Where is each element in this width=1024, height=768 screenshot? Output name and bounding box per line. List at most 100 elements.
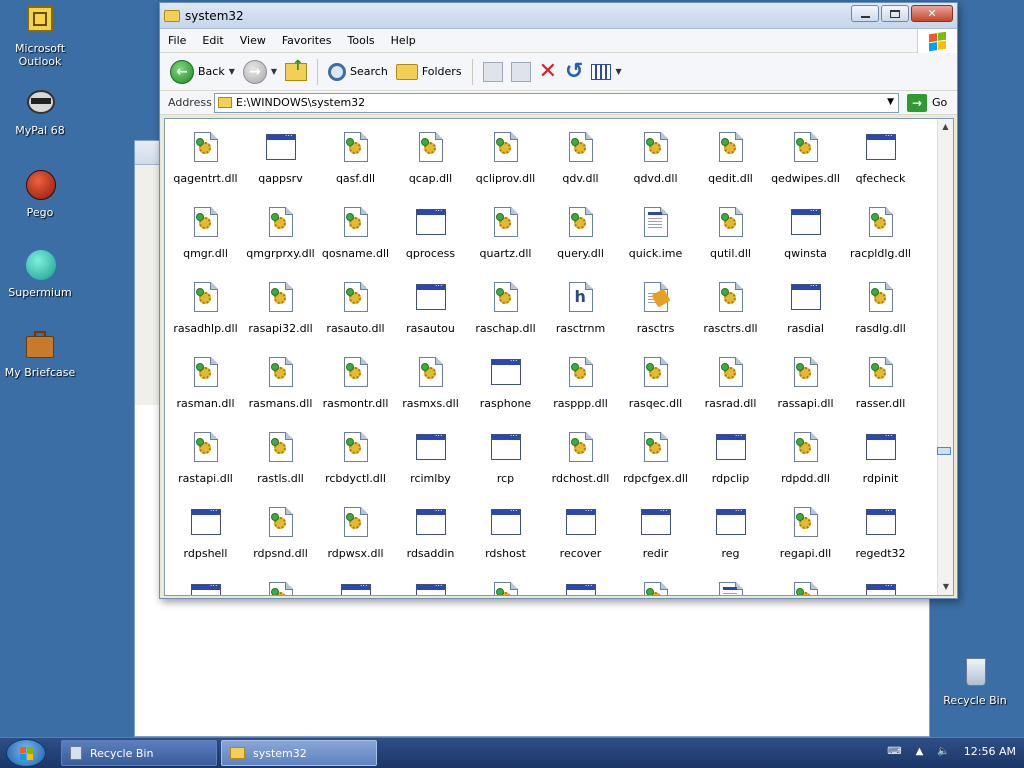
file-item[interactable]: rasctrs.dll [693,281,768,356]
desktop-icon-supermium[interactable]: Supermium [0,248,80,299]
file-item[interactable]: rdpdd.dll [768,431,843,506]
file-item[interactable]: rasctrs [618,281,693,356]
desktop-icon-briefcase[interactable]: My Briefcase [0,328,80,379]
taskbar-recycle-bin[interactable]: Recycle Bin [61,740,217,766]
file-item[interactable]: rdpwsx.dll [318,506,393,581]
file-item[interactable]: raschap.dll [468,281,543,356]
file-item[interactable]: rasadhlp.dll [168,281,243,356]
file-list-area[interactable]: qagentrt.dll qappsrv qasf.dll qcap.dll qclip… [164,118,954,596]
file-item[interactable]: rasdlg.dll [843,281,918,356]
file-item[interactable]: h rasctrnm [543,281,618,356]
undo-button[interactable]: ↺ [565,60,583,82]
file-item[interactable] [393,579,468,595]
file-item[interactable]: quartz.dll [468,206,543,281]
close-button[interactable]: ✕ [911,5,953,22]
file-item[interactable]: query.dll [543,206,618,281]
file-item[interactable]: rasapi32.dll [243,281,318,356]
file-item[interactable]: qmgr.dll [168,206,243,281]
scroll-up-icon[interactable]: ▲ [938,119,953,135]
file-item[interactable]: racpldlg.dll [843,206,918,281]
chevron-down-icon[interactable]: ▼ [271,67,277,76]
file-item[interactable] [693,581,768,595]
forward-button[interactable]: → ▼ [242,59,277,84]
file-item[interactable]: rasdial [768,279,843,356]
file-item[interactable]: rdsaddin [393,504,468,581]
folders-button[interactable]: Folders [395,63,462,80]
desktop-icon-mypal[interactable]: MyPal 68 [0,86,80,137]
desktop-icon-pego[interactable]: Pego [0,168,80,219]
file-item[interactable] [468,581,543,595]
clock[interactable]: 12:56 AM [964,745,1016,758]
file-item[interactable]: rasqec.dll [618,356,693,431]
keyboard-icon[interactable]: ⌨ [887,746,901,757]
go-button[interactable]: → Go [907,93,947,112]
file-item[interactable]: rastapi.dll [168,431,243,506]
file-item[interactable]: rdpcfgex.dll [618,431,693,506]
file-item[interactable]: qprocess [393,204,468,281]
menu-tools[interactable]: Tools [348,34,375,47]
file-item[interactable]: rasman.dll [168,356,243,431]
file-item[interactable]: qdv.dll [543,131,618,206]
desktop-icon-outlook[interactable]: Microsoft Outlook [0,4,80,68]
file-item[interactable]: regapi.dll [768,506,843,581]
file-item[interactable]: rcp [468,429,543,506]
delete-button[interactable]: ✕ [539,60,557,82]
file-item[interactable]: rasrad.dll [693,356,768,431]
file-item[interactable]: rcbdyctl.dll [318,431,393,506]
file-item[interactable] [768,581,843,595]
file-item[interactable]: rastls.dll [243,431,318,506]
file-item[interactable]: rasppp.dll [543,356,618,431]
menu-file[interactable]: File [168,34,186,47]
file-item[interactable]: rassapi.dll [768,356,843,431]
file-item[interactable]: qwinsta [768,204,843,281]
file-item[interactable]: qedwipes.dll [768,131,843,206]
up-arrow-icon[interactable]: ▲ [916,746,924,757]
file-item[interactable]: rdpsnd.dll [243,506,318,581]
file-item[interactable]: recover [543,504,618,581]
file-item[interactable]: qutil.dll [693,206,768,281]
file-item[interactable]: rasmontr.dll [318,356,393,431]
file-item[interactable]: rasphone [468,354,543,431]
window-titlebar[interactable]: system32 ✕ [160,3,957,29]
file-item[interactable]: qmgrprxy.dll [243,206,318,281]
file-item[interactable]: rasmxs.dll [393,356,468,431]
chevron-down-icon[interactable]: ▼ [887,97,894,107]
file-item[interactable]: rdpclip [693,429,768,506]
chevron-down-icon[interactable]: ▼ [615,67,621,76]
file-item[interactable]: rasautou [393,279,468,356]
explorer-window[interactable]: system32 ✕ File Edit View Favorites Tool… [159,2,958,599]
file-item[interactable]: redir [618,504,693,581]
file-item[interactable]: qagentrt.dll [168,131,243,206]
file-item[interactable]: rdshost [468,504,543,581]
speaker-icon[interactable]: 🔈 [937,746,949,757]
file-item[interactable]: reg [693,504,768,581]
file-item[interactable]: rdpinit [843,429,918,506]
file-item[interactable]: qcliprov.dll [468,131,543,206]
start-button[interactable] [6,739,46,767]
file-item[interactable]: qfecheck [843,129,918,206]
taskbar-system32[interactable]: system32 [221,740,377,766]
file-item[interactable]: regedt32 [843,504,918,581]
scroll-down-icon[interactable]: ▼ [938,579,953,595]
file-item[interactable] [843,579,918,595]
menu-favorites[interactable]: Favorites [282,34,332,47]
back-button[interactable]: ← Back ▼ [170,59,235,84]
file-item[interactable] [243,581,318,595]
move-to-button[interactable] [482,61,503,82]
file-item[interactable]: qappsrv [243,129,318,206]
scrollbar-thumb[interactable] [937,447,951,455]
up-folder-button[interactable]: ↑ [285,58,308,81]
file-item[interactable]: rasmans.dll [243,356,318,431]
desktop-icon-recycle-bin[interactable]: Recycle Bin [935,656,1015,707]
copy-to-button[interactable] [510,61,531,82]
file-item[interactable] [618,581,693,595]
file-item[interactable]: qedit.dll [693,131,768,206]
vertical-scrollbar[interactable]: ▲ ▼ [937,119,953,595]
views-button[interactable]: ▼ [591,63,622,80]
file-item[interactable]: qcap.dll [393,131,468,206]
file-item[interactable]: rdpshell [168,504,243,581]
file-item[interactable]: rasauto.dll [318,281,393,356]
file-item[interactable]: qasf.dll [318,131,393,206]
chevron-down-icon[interactable]: ▼ [229,67,235,76]
address-input[interactable]: E:\WINDOWS\system32 ▼ [214,92,899,113]
